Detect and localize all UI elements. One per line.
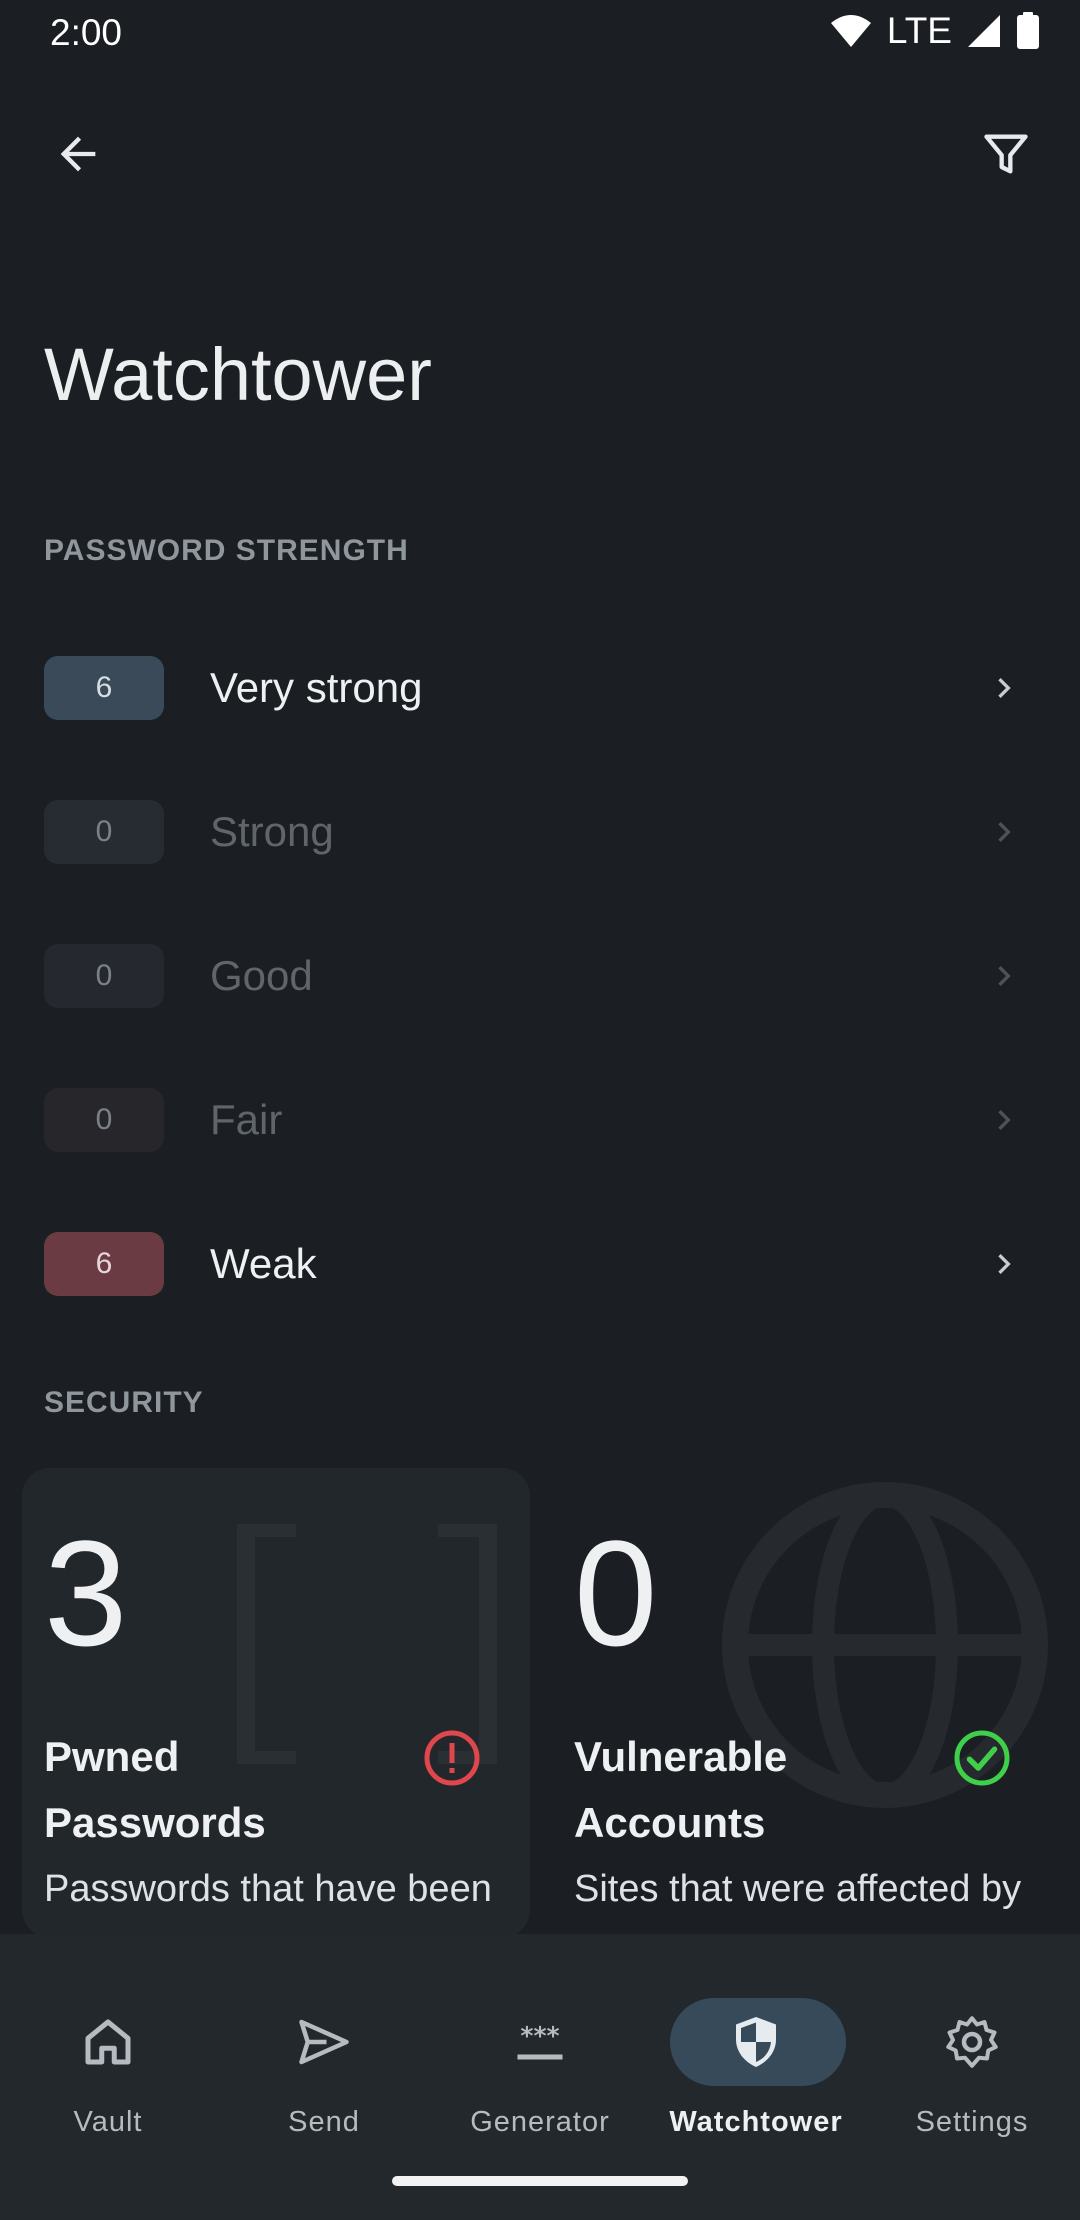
nav-item-watchtower[interactable]: Watchtower [648,1964,864,2138]
status-bar: 2:00 LTE [0,0,1080,66]
home-indicator [392,2176,688,2186]
svg-text:***: *** [520,2022,559,2051]
count-badge: 0 [44,944,164,1008]
count-badge: 6 [44,656,164,720]
send-icon [299,2019,349,2065]
status-time: 2:00 [50,12,123,53]
arrow-back-icon [60,136,96,172]
chevron-right-icon [998,822,1011,842]
asterisks-icon: *** [517,2022,563,2060]
card-description: Sites that were affected by [574,1868,1022,1910]
chevron-right-icon [998,1254,1011,1274]
filter-button[interactable] [956,104,1056,204]
page-title: Watchtower [44,333,432,416]
chevron-right-icon [998,1110,1011,1130]
count-badge: 0 [44,800,164,864]
strength-label: Fair [210,1096,283,1143]
strength-row-good[interactable]: 0 Good [0,916,1080,1036]
alert-circle-icon [424,1730,480,1786]
nav-item-generator[interactable]: *** Generator [432,1964,648,2139]
password-strength-heading: PASSWORD STRENGTH [44,534,409,567]
nav-item-settings[interactable]: Settings [864,1964,1080,2138]
card-description: Passwords that have been [44,1868,492,1910]
card-title: Pwned Passwords [44,1733,266,1846]
card-title: Vulnerable Accounts [574,1733,788,1846]
nav-label: Generator [470,2106,610,2138]
strength-row-strong[interactable]: 0 Strong [0,772,1080,892]
strength-label: Good [210,952,313,999]
battery-icon [1017,12,1039,49]
wifi-icon [830,15,871,47]
check-circle-icon [954,1730,1010,1786]
vulnerable-count: 0 [574,1509,658,1677]
pwned-count: 3 [44,1509,128,1677]
network-type: LTE [886,10,952,51]
chevron-right-icon [998,678,1011,698]
signal-icon [968,15,1000,47]
security-heading: SECURITY [44,1386,204,1419]
nav-label: Send [288,2106,360,2138]
nav-item-send[interactable]: Send [216,1964,432,2138]
vulnerable-accounts-card[interactable]: 0 Vulnerable Accounts Sites that were af… [552,1468,1060,1938]
count-badge: 6 [44,1232,164,1296]
filter-icon [984,134,1028,174]
strength-row-very-strong[interactable]: 6 Very strong [0,628,1080,748]
count-badge: 0 [44,1088,164,1152]
nav-label: Watchtower [669,2106,843,2138]
shield-icon [736,2017,776,2067]
nav-label: Settings [915,2106,1029,2138]
back-button[interactable] [28,104,128,204]
strength-label: Strong [210,808,334,855]
nav-item-vault[interactable]: Vault [0,1964,216,2138]
pwned-passwords-card[interactable]: 3 Pwned Passwords Passwords that have be… [22,1468,530,1938]
app-bar [0,100,1080,210]
home-icon [85,2019,131,2065]
strength-label: Weak [210,1240,317,1287]
gear-icon [946,2016,998,2068]
strength-label: Very strong [210,664,423,711]
nav-label: Vault [73,2106,143,2138]
strength-row-weak[interactable]: 6 Weak [0,1204,1080,1324]
strength-row-fair[interactable]: 0 Fair [0,1060,1080,1180]
chevron-right-icon [998,966,1011,986]
